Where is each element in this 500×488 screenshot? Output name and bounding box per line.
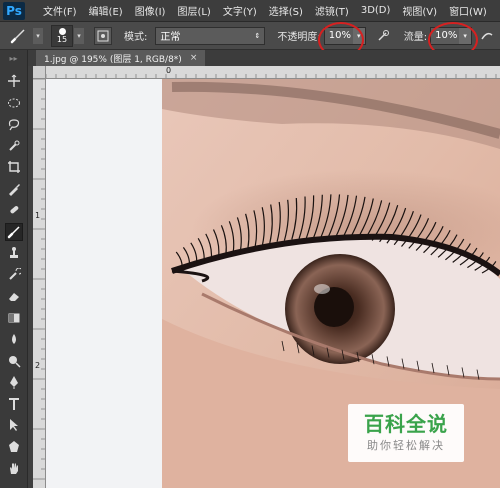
brush-tool-button[interactable] <box>5 222 23 241</box>
hand-tool-button[interactable] <box>5 459 23 477</box>
hand-icon <box>10 463 18 474</box>
ruler-left-mark-2: 2 <box>35 361 41 370</box>
brush-panel-toggle-button[interactable] <box>94 26 112 45</box>
vertical-ruler[interactable]: 1 2 <box>33 79 46 488</box>
menu-image[interactable]: 图像(I) <box>129 3 172 18</box>
tool-preset-dropdown[interactable]: ▾ <box>33 27 43 44</box>
gradient-icon <box>8 313 20 322</box>
chevron-updown-icon: ⇕ <box>254 31 261 40</box>
crop-tool-button[interactable] <box>5 158 23 176</box>
menu-bar: Ps 文件(F) 编辑(E) 图像(I) 图层(L) 文字(Y) 选择(S) 滤… <box>0 0 500 22</box>
menu-type[interactable]: 文字(Y) <box>217 3 263 18</box>
document-tab-bar: 1.jpg @ 195% (图层 1, RGB/8*) × <box>28 50 500 66</box>
history-brush-icon <box>9 267 21 280</box>
move-tool-button[interactable] <box>5 72 23 90</box>
lasso-icon <box>8 119 20 131</box>
shape-tool-button[interactable] <box>5 438 23 456</box>
menu-select[interactable]: 选择(S) <box>263 3 309 18</box>
menu-file[interactable]: 文件(F) <box>37 3 83 18</box>
lasso-tool-button[interactable] <box>5 115 23 133</box>
pressure-opacity-button[interactable] <box>374 27 392 45</box>
eyedropper-tool-button[interactable] <box>5 180 23 198</box>
options-bar: ▾ 15 ▾ 模式: 正常 ⇕ 不透明度: 10% ▾ 流量: 10% ▾ <box>0 22 500 50</box>
blur-icon <box>12 334 16 344</box>
ruler-origin[interactable] <box>33 66 46 79</box>
shape-icon <box>9 440 19 452</box>
clone-stamp-icon <box>10 247 18 258</box>
close-tab-icon[interactable]: × <box>190 53 198 63</box>
flow-label: 流量: <box>403 32 428 43</box>
menu-window[interactable]: 窗口(W) <box>443 3 493 18</box>
pen-icon <box>10 376 18 389</box>
panel-grip-icon[interactable]: ▸▸ <box>0 50 27 66</box>
dodge-icon <box>9 355 21 368</box>
blend-mode-value: 正常 <box>160 32 181 43</box>
menu-layer[interactable]: 图层(L) <box>171 3 216 18</box>
horizontal-ruler-ticks <box>46 74 497 78</box>
watermark-subtitle: 助你轻松解决 <box>367 439 445 452</box>
type-tool-button[interactable] <box>5 395 23 413</box>
photoshop-logo-icon: Ps <box>3 1 25 20</box>
quick-select-tool-button[interactable] <box>5 137 23 155</box>
pen-pressure-icon <box>378 29 389 41</box>
history-brush-tool-button[interactable] <box>5 266 23 284</box>
clone-stamp-tool-button[interactable] <box>5 244 23 262</box>
dodge-tool-button[interactable] <box>5 352 23 370</box>
healing-brush-icon <box>10 206 19 214</box>
airbrush-button[interactable] <box>478 27 496 45</box>
menu-3d[interactable]: 3D(D) <box>355 5 397 16</box>
path-select-tool-button[interactable] <box>5 416 23 434</box>
vertical-ruler-ticks <box>33 79 45 480</box>
tool-preset-picker[interactable] <box>4 25 32 47</box>
airbrush-icon <box>481 32 493 39</box>
brush-size-value: 15 <box>56 34 68 44</box>
marquee-tool-button[interactable] <box>5 94 23 112</box>
type-icon <box>9 397 19 410</box>
menu-edit[interactable]: 编辑(E) <box>83 3 129 18</box>
move-icon <box>8 74 20 87</box>
healing-brush-tool-button[interactable] <box>5 201 23 219</box>
mode-label: 模式: <box>124 32 148 43</box>
pen-tool-button[interactable] <box>5 373 23 391</box>
baike-watermark: 百科全说 助你轻松解决 <box>348 404 464 462</box>
ruler-top-zero: 0 <box>166 66 172 75</box>
blend-mode-select[interactable]: 正常 ⇕ <box>155 26 266 45</box>
brush-size-dropdown[interactable]: ▾ <box>74 27 84 44</box>
brush-icon <box>10 28 25 43</box>
path-select-icon <box>10 419 18 431</box>
horizontal-ruler[interactable]: 0 <box>46 66 500 79</box>
brush-size-picker[interactable]: 15 <box>51 24 73 47</box>
ruler-left-mark-1: 1 <box>35 211 41 220</box>
brush-icon <box>7 225 20 238</box>
brush-panel-icon <box>97 30 109 41</box>
eraser-icon <box>9 293 19 301</box>
opacity-label: 不透明度: <box>277 32 321 43</box>
watermark-title: 百科全说 <box>364 412 448 436</box>
quick-select-icon <box>9 140 20 151</box>
blur-tool-button[interactable] <box>5 330 23 348</box>
eraser-tool-button[interactable] <box>5 287 23 305</box>
crop-icon <box>8 161 20 173</box>
brush-tip-icon <box>58 27 66 35</box>
eyedropper-icon <box>9 183 20 196</box>
gradient-tool-button[interactable] <box>5 309 23 327</box>
marquee-icon <box>8 98 20 107</box>
document-tab[interactable]: 1.jpg @ 195% (图层 1, RGB/8*) × <box>36 50 206 66</box>
document-tab-title: 1.jpg @ 195% (图层 1, RGB/8*) <box>44 54 182 65</box>
menu-filter[interactable]: 滤镜(T) <box>309 3 355 18</box>
menu-view[interactable]: 视图(V) <box>396 3 443 18</box>
